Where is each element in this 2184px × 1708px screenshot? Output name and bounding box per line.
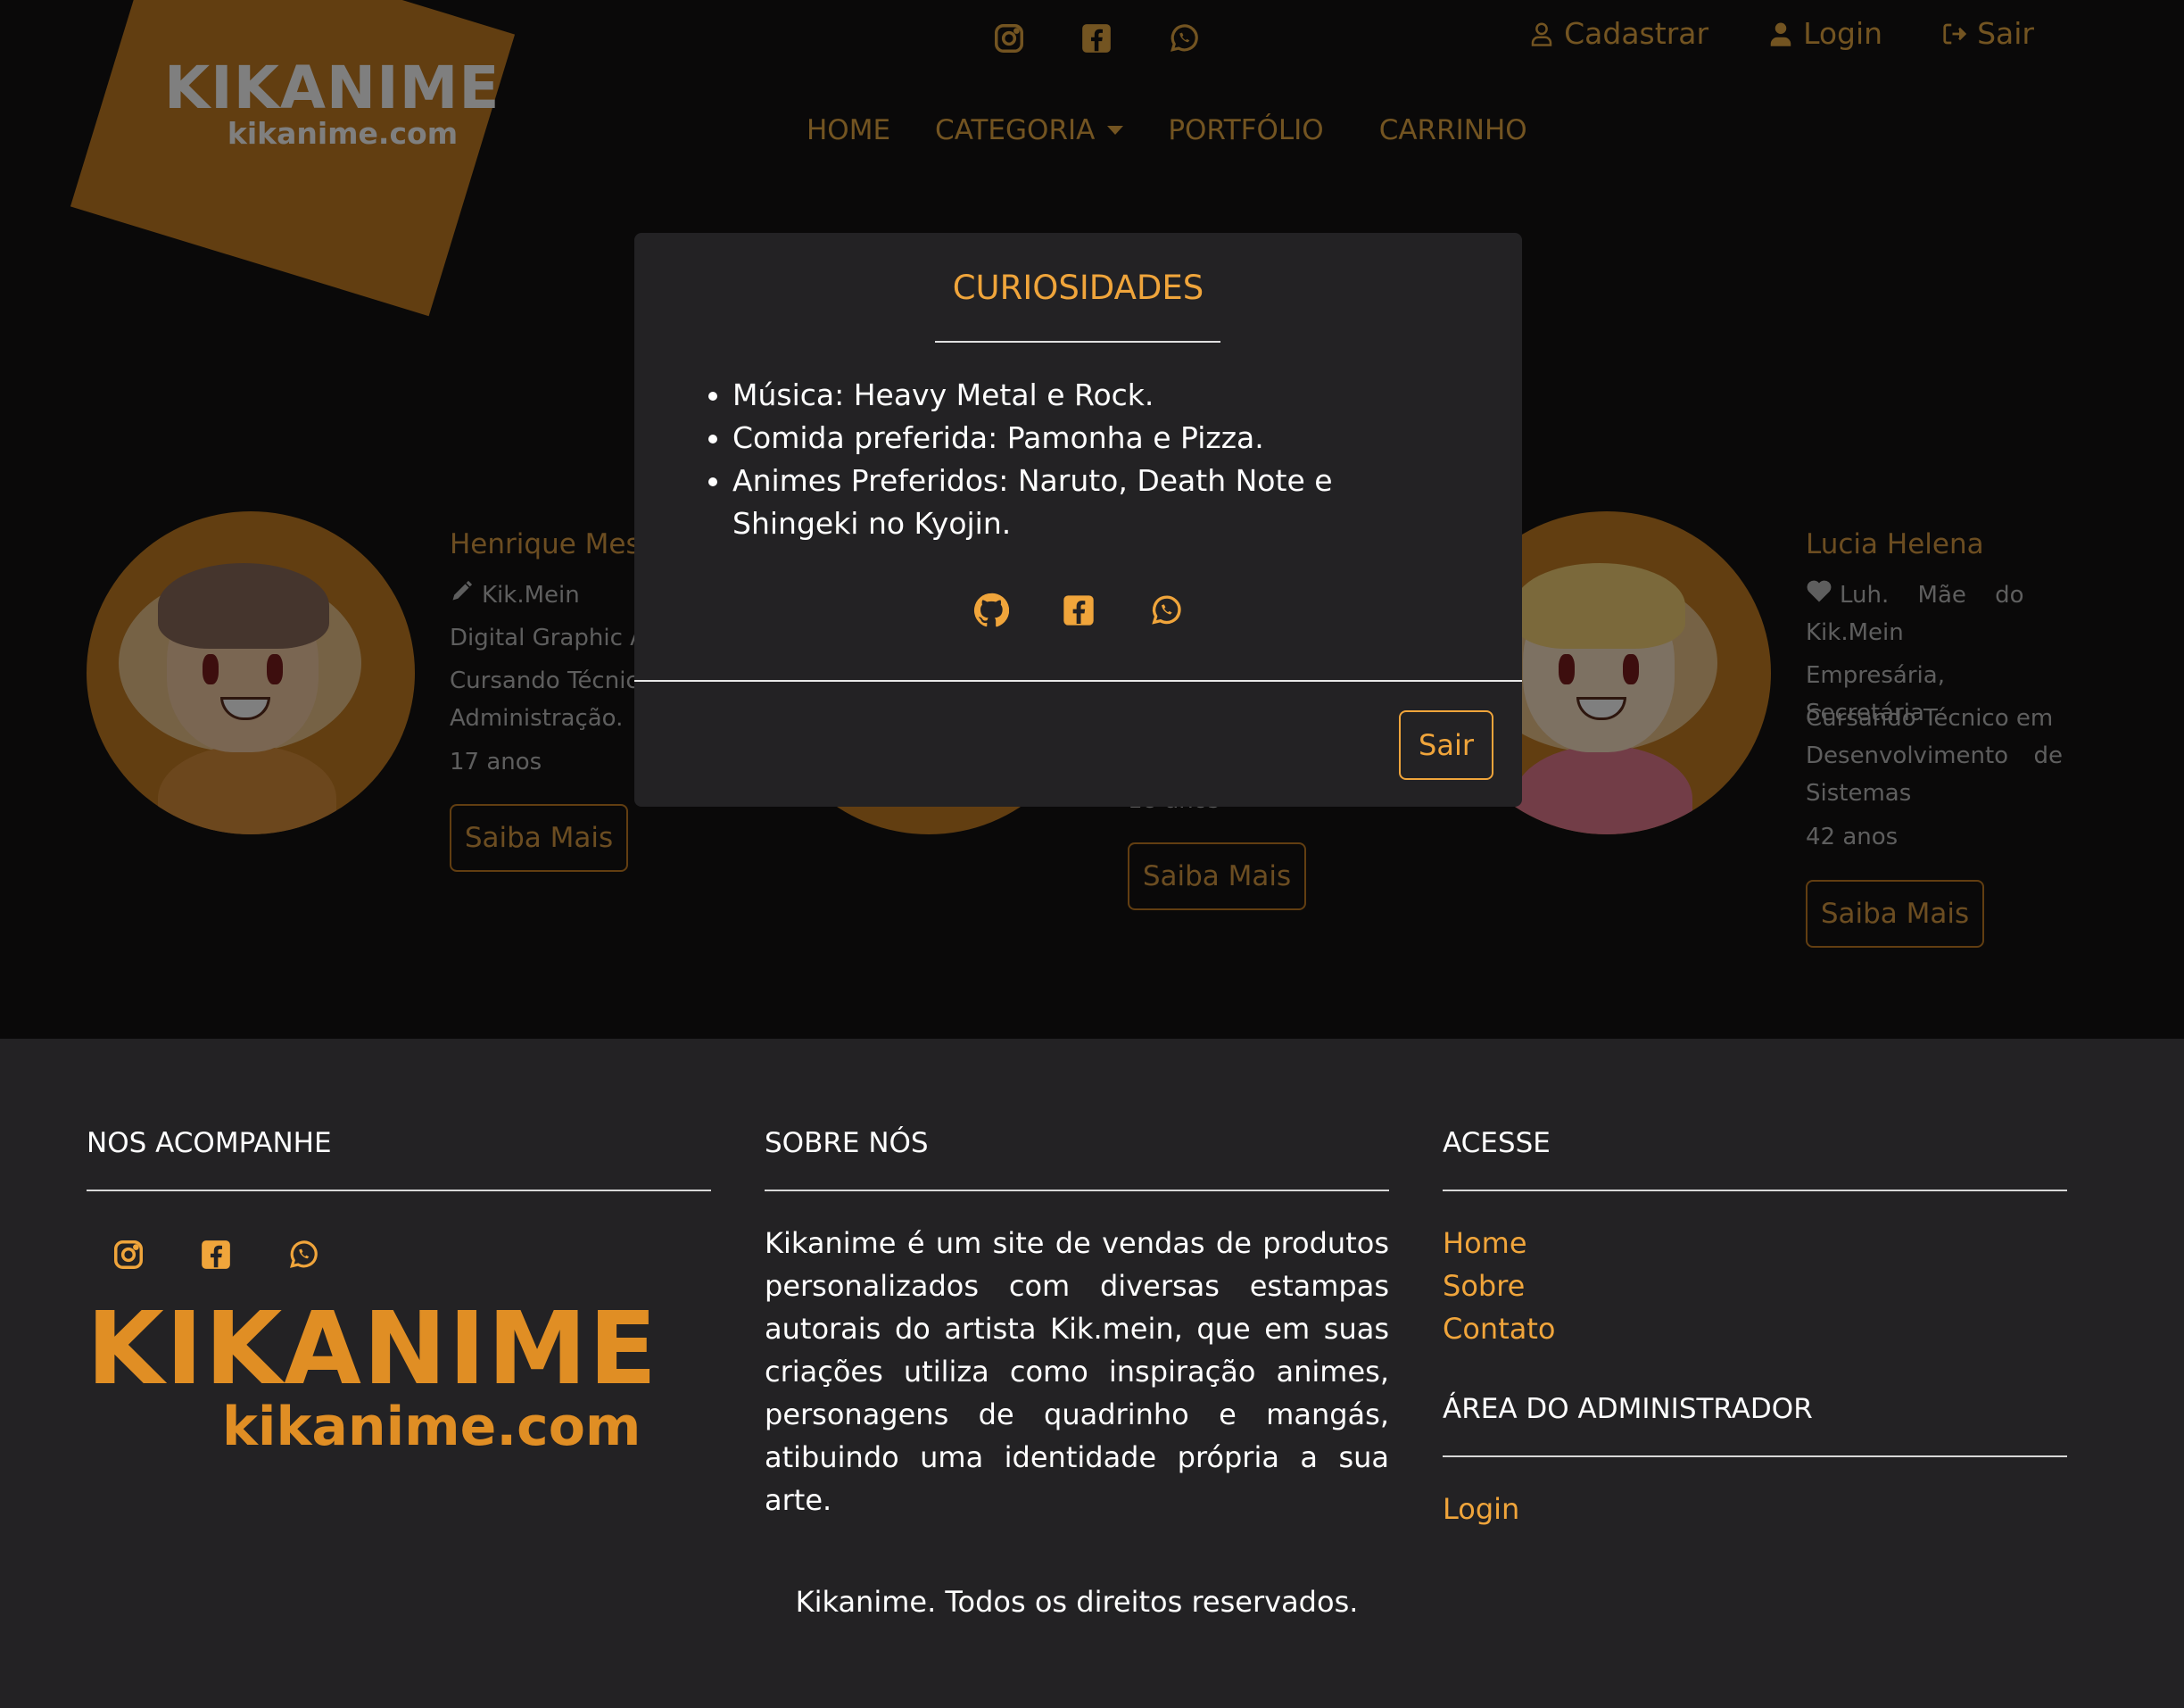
footer-link-home[interactable]: Home: [1443, 1222, 2067, 1264]
facebook-icon[interactable]: [1058, 590, 1099, 631]
about-text: Kikanime é um site de vendas de produtos…: [765, 1226, 1389, 1517]
footer-divider: [765, 1190, 1389, 1191]
github-icon[interactable]: [971, 590, 1012, 631]
instagram-icon[interactable]: [108, 1234, 149, 1275]
admin-links: Login: [1443, 1488, 2067, 1530]
footer-heading: SOBRE NÓS: [765, 1127, 929, 1159]
admin-login-link[interactable]: Login: [1443, 1488, 2067, 1530]
curiosities-modal: CURIOSIDADES Música: Heavy Metal e Rock.…: [634, 233, 1522, 807]
modal-social-links: [634, 590, 1522, 631]
footer-follow-column: NOS ACOMPANHE KIKANIME kikanime.com: [87, 1127, 711, 1455]
page-background: KIKANIME kikanime.com Cadastrar Login Sa…: [0, 0, 2184, 1039]
whatsapp-icon[interactable]: [283, 1234, 324, 1275]
footer-link-contact[interactable]: Contato: [1443, 1307, 2067, 1350]
modal-close-button[interactable]: Sair: [1399, 710, 1493, 780]
footer-links: Home Sobre Contato: [1443, 1222, 2067, 1350]
modal-footer-divider: [634, 680, 1522, 682]
list-item: Música: Heavy Metal e Rock.: [732, 374, 1446, 417]
footer-divider: [1443, 1455, 2067, 1457]
facebook-icon[interactable]: [195, 1234, 236, 1275]
whatsapp-icon[interactable]: [1146, 590, 1187, 631]
modal-title: CURIOSIDADES: [952, 269, 1204, 307]
modal-title-underline: [935, 341, 1220, 343]
copyright-text: Kikanime. Todos os direitos reservados.: [795, 1585, 1359, 1619]
footer-social-links: [87, 1234, 711, 1275]
footer-access-column: ACESSE Home Sobre Contato ÁREA DO ADMINI…: [1443, 1127, 2067, 1530]
list-item: Animes Preferidos: Naruto, Death Note e …: [732, 460, 1446, 545]
footer-divider: [87, 1190, 711, 1191]
footer-link-about[interactable]: Sobre: [1443, 1264, 2067, 1307]
footer-heading: ACESSE: [1443, 1127, 1551, 1159]
list-item: Comida preferida: Pamonha e Pizza.: [732, 417, 1446, 460]
footer-logo-main: KIKANIME: [87, 1291, 659, 1407]
footer-divider: [1443, 1190, 2067, 1191]
curiosities-list: Música: Heavy Metal e Rock. Comida prefe…: [732, 374, 1446, 545]
footer-logo: KIKANIME kikanime.com: [87, 1291, 711, 1455]
admin-heading: ÁREA DO ADMINISTRADOR: [1443, 1393, 1813, 1425]
footer-about-column: SOBRE NÓS Kikanime é um site de vendas d…: [765, 1127, 1389, 1521]
footer-heading: NOS ACOMPANHE: [87, 1127, 332, 1159]
